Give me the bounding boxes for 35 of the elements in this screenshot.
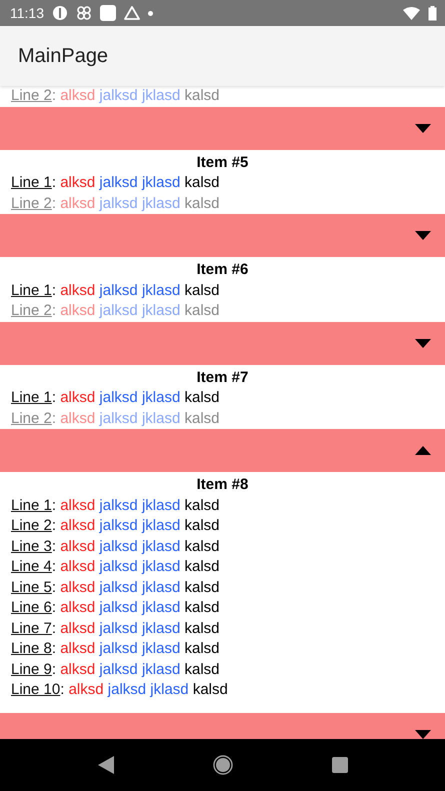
recents-icon[interactable]	[332, 757, 348, 773]
text-line: Line 10: alksd jalksd jklasd kalsd	[10, 680, 229, 700]
home-icon[interactable]	[212, 755, 232, 775]
wifi-icon	[403, 6, 420, 20]
text-line: Line 2: alksd jalksd jklasd kalsd	[10, 408, 221, 428]
square-icon	[100, 5, 116, 21]
expander-header[interactable]	[0, 322, 445, 364]
text-line: Line 2: alksd jalksd jklasd kalsd	[10, 516, 221, 536]
text-line: Line 6: alksd jalksd jklasd kalsd	[10, 598, 221, 618]
text-line: Line 1: alksd jalksd jklasd kalsd	[10, 496, 221, 516]
text-line: Line 2: alksd jalksd jklasd kalsd	[10, 86, 221, 106]
battery-icon	[428, 6, 437, 20]
text-line: Line 1: alksd jalksd jklasd kalsd	[10, 280, 221, 300]
text-line: Line 9: alksd jalksd jklasd kalsd	[10, 660, 221, 680]
expander-header[interactable]	[0, 214, 445, 257]
text-line: Line 1: alksd jalksd jklasd kalsd	[10, 388, 221, 408]
text-line: Line 3: alksd jalksd jklasd kalsd	[10, 536, 221, 556]
item-title: Item #5	[196, 152, 250, 172]
item-title: Item #8	[196, 475, 250, 495]
triangle-icon	[124, 6, 140, 20]
text-line: Line 1: alksd jalksd jklasd kalsd	[10, 173, 221, 193]
text-line: Line 2: alksd jalksd jklasd kalsd	[10, 194, 221, 214]
text-line: Line 8: alksd jalksd jklasd kalsd	[10, 639, 221, 659]
page-title: MainPage	[18, 44, 108, 69]
text-line: Line 7: alksd jalksd jklasd kalsd	[10, 618, 221, 638]
item-title: Item #7	[196, 368, 250, 388]
text-line: Line 5: alksd jalksd jklasd kalsd	[10, 578, 221, 598]
expander-header[interactable]	[0, 106, 445, 150]
dot-icon	[148, 10, 153, 16]
expander-header[interactable]	[0, 429, 445, 472]
status-time: 11:13	[10, 4, 44, 22]
item-title: Item #6	[196, 260, 250, 280]
back-icon[interactable]	[98, 756, 114, 774]
text-line: Line 2: alksd jalksd jklasd kalsd	[10, 301, 221, 321]
text-line: Line 4: alksd jalksd jklasd kalsd	[10, 557, 221, 577]
